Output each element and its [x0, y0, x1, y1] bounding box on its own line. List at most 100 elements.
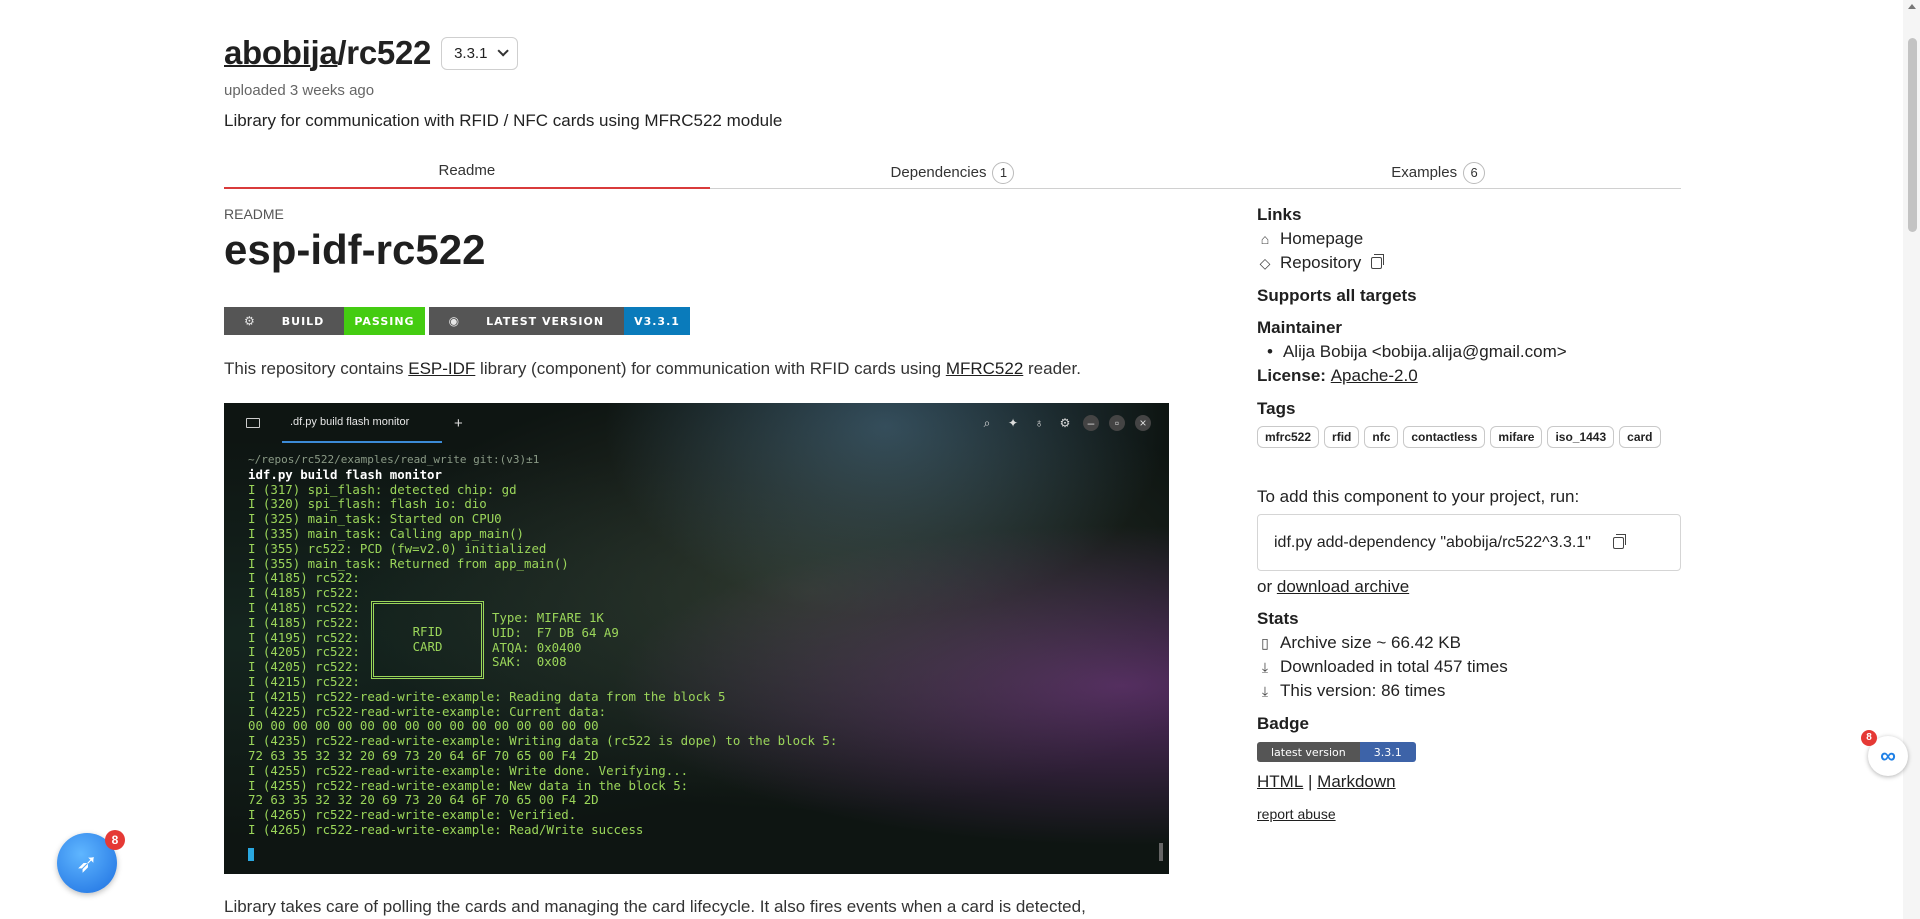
intro-text: library (component) for communication wi… [475, 359, 946, 378]
license-link[interactable]: Apache-2.0 [1331, 366, 1418, 386]
stats-heading: Stats [1257, 609, 1299, 628]
tab-label: Examples [1391, 164, 1458, 181]
build-shield[interactable]: ⚙ BUILD PASSING [224, 307, 425, 335]
page-scrollbar[interactable] [1903, 0, 1920, 919]
gear-icon: ⚙ [1059, 416, 1071, 430]
terminal-tab: .df.py build flash monitor [282, 403, 442, 443]
search-icon: ⌕ [983, 415, 991, 430]
tags-heading: Tags [1257, 399, 1296, 418]
version-shield-value: V3.3.1 [624, 307, 690, 335]
copy-icon[interactable] [1612, 533, 1626, 549]
readme-label: README [224, 206, 284, 222]
build-shield-label: BUILD [281, 314, 325, 328]
tag[interactable]: contactless [1403, 426, 1486, 448]
tag[interactable]: nfc [1364, 426, 1399, 448]
shields-row: ⚙ BUILD PASSING ◉ LATEST VERSION V3.3.1 [224, 307, 690, 335]
command-text: idf.py add-dependency "abobija/rc522^3.3… [1274, 533, 1591, 551]
tab-examples[interactable]: Examples 6 [1195, 158, 1681, 188]
bullet-icon: • [1267, 342, 1273, 361]
repository-label: Repository [1280, 253, 1362, 272]
tag[interactable]: mifare [1490, 426, 1543, 448]
tag[interactable]: iso_1443 [1547, 426, 1615, 448]
tab-label: Dependencies [890, 164, 987, 181]
terminal-line: I (4235) rc522-read-write-example: Writi… [248, 733, 838, 749]
notification-badge: 8 [1861, 730, 1877, 746]
terminal-line: 72 63 35 32 32 20 69 73 20 64 6F 70 65 0… [248, 792, 599, 808]
download-icon: ⤓ [1261, 658, 1269, 675]
report-abuse-link[interactable]: report abuse [1257, 806, 1336, 822]
esp-idf-link[interactable]: ESP-IDF [408, 359, 475, 378]
build-shield-value: PASSING [344, 307, 425, 335]
repository-link[interactable]: ◇ Repository [1257, 253, 1385, 273]
downloads-total: ⤓ Downloaded in total 457 times [1257, 657, 1508, 677]
intro-text: This repository contains [224, 359, 409, 378]
terminal-line: I (4265) rc522-read-write-example: Read/… [248, 821, 644, 837]
terminal-line: 72 63 35 32 32 20 69 73 20 64 6F 70 65 0… [248, 747, 599, 763]
home-icon: ⌂ [1260, 231, 1270, 247]
version-badge: latest version 3.3.1 [1257, 742, 1416, 762]
readme-title: esp-idf-rc522 [224, 226, 486, 273]
terminal-line: I (4185) rc522: [248, 585, 360, 601]
terminal-line: I (355) main_task: Returned from app_mai… [248, 555, 569, 571]
terminal-line: I (335) main_task: Calling app_main() [248, 525, 525, 541]
terminal-command: idf.py build flash monitor [248, 466, 442, 482]
terminal-line: I (4255) rc522-read-write-example: Write… [248, 762, 689, 778]
scrollbar-thumb[interactable] [1908, 38, 1917, 232]
homepage-label: Homepage [1280, 229, 1364, 248]
tab-label: Readme [438, 162, 496, 179]
license-label: License: [1257, 366, 1326, 385]
badge-format-row: HTML | Markdown [1257, 772, 1396, 792]
homepage-link[interactable]: ⌂ Homepage [1257, 229, 1363, 249]
tag[interactable]: rfid [1324, 426, 1360, 448]
or-text: or [1257, 577, 1273, 596]
add-dependency-command[interactable]: idf.py add-dependency "abobija/rc522^3.3… [1257, 514, 1681, 571]
downloads-version-label: This version: 86 times [1280, 681, 1446, 700]
minimize-icon: – [1083, 415, 1099, 431]
bird-icon: ➶ [76, 847, 98, 878]
copy-icon[interactable] [1371, 254, 1385, 269]
close-icon: × [1135, 415, 1151, 431]
terminal-line: I (4255) rc522-read-write-example: New d… [248, 777, 689, 793]
pipe-separator: | [1308, 772, 1313, 791]
terminal-line: I (4215) rc522: [248, 673, 360, 689]
espressif-icon: ◉ [448, 314, 461, 328]
maintainer-heading: Maintainer [1257, 318, 1343, 337]
badge-left: latest version [1257, 742, 1360, 762]
readme-intro: This repository contains ESP-IDF library… [224, 359, 1081, 379]
tag[interactable]: mfrc522 [1257, 426, 1320, 448]
tags-list: mfrc522 rfid nfc contactless mifare iso_… [1257, 426, 1681, 448]
count-badge: 6 [1463, 162, 1486, 184]
terminal-line: 00 00 00 00 00 00 00 00 00 00 00 00 00 0… [248, 718, 599, 734]
intro-text: reader. [1023, 359, 1081, 378]
tag[interactable]: card [1619, 426, 1661, 448]
terminal-titlebar: .df.py build flash monitor + ⌕ ✦ ♁ ⚙ – ▫… [224, 403, 1169, 443]
badge-right: 3.3.1 [1359, 742, 1416, 762]
version-value: 3.3.1 [454, 44, 488, 62]
maximize-icon: ▫ [1109, 415, 1125, 431]
tab-dependencies[interactable]: Dependencies 1 [710, 158, 1196, 188]
maintainer-item: • Alija Bobija <bobija.alija@gmail.com> [1267, 342, 1567, 362]
tab-readme[interactable]: Readme [224, 158, 710, 189]
version-select[interactable]: 3.3.1 [441, 36, 519, 70]
sparkle-icon: ✦ [1007, 416, 1019, 430]
repo-separator: / [337, 34, 347, 71]
archive-icon: ▯ [1261, 634, 1269, 651]
badge-heading: Badge [1257, 714, 1309, 733]
links-heading: Links [1257, 205, 1302, 224]
lightbulb-icon: ♁ [1034, 416, 1044, 430]
repo-owner-link[interactable]: abobija [224, 34, 338, 71]
version-shield[interactable]: ◉ LATEST VERSION V3.3.1 [428, 307, 690, 335]
count-badge: 1 [992, 162, 1015, 184]
version-shield-label: LATEST VERSION [486, 314, 605, 328]
mfrc522-link[interactable]: MFRC522 [946, 359, 1023, 378]
license-row: License: Apache-2.0 [1257, 366, 1418, 386]
html-link[interactable]: HTML [1257, 772, 1303, 792]
terminal-line: I (320) spi_flash: flash io: dio [248, 496, 487, 512]
terminal-scrollbar [1159, 843, 1163, 861]
scroll-up-icon[interactable] [1908, 4, 1916, 9]
terminal-line: I (355) rc522: PCD (fw=v2.0) initialized [248, 540, 547, 556]
maintainer-name: Alija Bobija <bobija.alija@gmail.com> [1282, 342, 1567, 361]
download-archive-link[interactable]: download archive [1277, 577, 1409, 597]
markdown-link[interactable]: Markdown [1317, 772, 1395, 792]
terminal-path: ~/repos/rc522/examples/read_write git:(v… [248, 453, 540, 466]
